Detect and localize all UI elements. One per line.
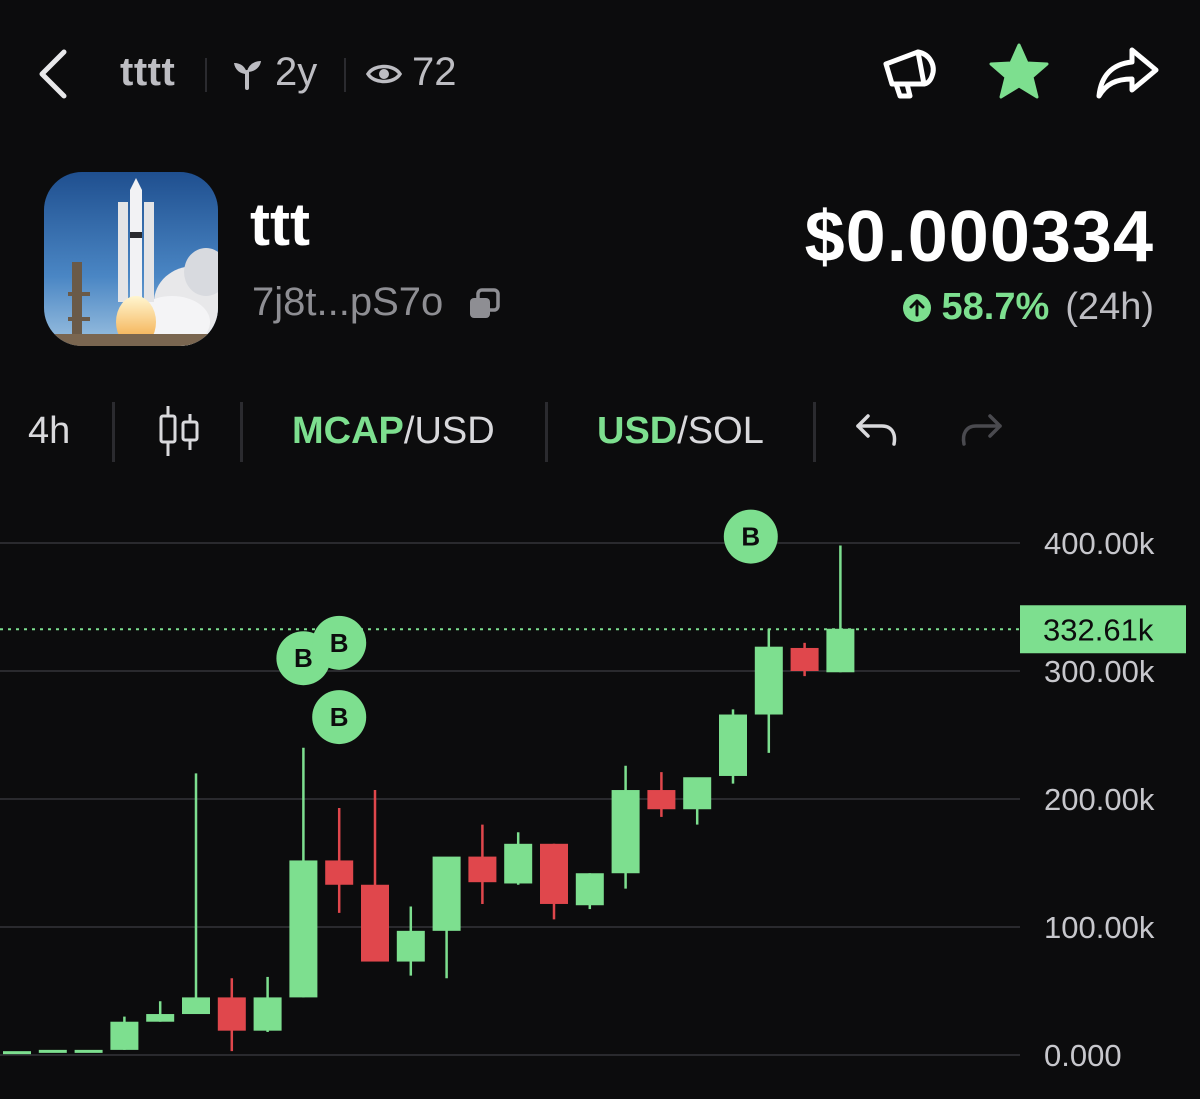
candle-body xyxy=(719,714,747,776)
star-icon xyxy=(989,43,1049,99)
y-tick-label: 100.00k xyxy=(1044,910,1155,945)
divider xyxy=(813,402,816,462)
divider xyxy=(240,402,243,462)
change-percent: 58.7% xyxy=(941,286,1050,328)
candle-body xyxy=(468,856,497,883)
mcap-toggle[interactable]: MCAP/USD xyxy=(292,410,495,453)
token-name: ttt xyxy=(250,191,310,258)
buy-marker-label: B xyxy=(330,628,349,658)
candle-body xyxy=(38,1049,67,1053)
redo-icon xyxy=(961,414,1002,446)
redo-button[interactable] xyxy=(956,410,1006,452)
candle-body xyxy=(361,884,389,962)
candle-body xyxy=(3,1051,31,1055)
candle-body xyxy=(826,628,855,673)
back-button[interactable] xyxy=(30,48,78,100)
candlestick-icon xyxy=(159,406,199,456)
undo-icon xyxy=(856,414,897,446)
divider xyxy=(112,402,115,462)
chart-grid xyxy=(0,542,1020,1056)
candle-body xyxy=(253,997,282,1031)
candle-body xyxy=(217,997,246,1031)
mcap-label: MCAP xyxy=(292,410,404,452)
buy-marker-label: B xyxy=(330,702,349,732)
sprout-icon xyxy=(230,58,264,90)
token-symbol: tttt xyxy=(120,50,176,94)
eye-icon xyxy=(365,60,403,88)
buy-marker-label: B xyxy=(741,522,760,552)
y-tick-label: 0.000 xyxy=(1044,1038,1122,1073)
view-count: 72 xyxy=(412,50,457,94)
token-price: $0.000334 xyxy=(804,197,1154,277)
candle-body xyxy=(754,646,783,715)
buy-markers: BBBB xyxy=(276,509,778,745)
favorite-button[interactable] xyxy=(988,42,1050,102)
copy-icon[interactable] xyxy=(466,286,502,322)
candle-body xyxy=(74,1049,103,1053)
undo-button[interactable] xyxy=(852,410,902,452)
price-chart[interactable]: BBBB 400.00k300.00k200.00k100.00k0.00033… xyxy=(0,480,1200,1099)
back-arrow-icon xyxy=(39,49,67,99)
share-icon xyxy=(1096,47,1159,99)
divider xyxy=(344,58,346,92)
candle-body xyxy=(683,777,712,810)
candle-body xyxy=(182,997,210,1015)
price-change: 58.7% (24h) xyxy=(902,286,1154,329)
y-tick-label: 200.00k xyxy=(1044,782,1155,817)
candle-body xyxy=(611,790,640,874)
y-tick-label: 400.00k xyxy=(1044,526,1155,561)
y-tick-label: 300.00k xyxy=(1044,654,1155,689)
candle-body xyxy=(504,843,533,884)
arrow-up-circle-icon xyxy=(902,293,931,322)
announce-button[interactable] xyxy=(880,44,942,102)
candle-body xyxy=(647,790,676,810)
candle-body xyxy=(146,1014,175,1022)
chart-type-button[interactable] xyxy=(156,404,202,458)
mcap-alt-label: /USD xyxy=(403,410,495,452)
candle-body xyxy=(575,873,604,906)
token-avatar xyxy=(44,172,218,346)
candle-body xyxy=(396,930,425,962)
divider xyxy=(545,402,548,462)
candle-body xyxy=(540,843,568,904)
divider xyxy=(205,58,207,92)
currency-toggle[interactable]: USD/SOL xyxy=(597,410,764,453)
candle-body xyxy=(289,860,318,998)
megaphone-icon xyxy=(883,49,936,99)
candle-body xyxy=(432,856,461,931)
change-period: (24h) xyxy=(1065,286,1154,328)
current-price-label: 332.61k xyxy=(1043,612,1154,647)
y-axis: 400.00k 300.00k 200.00k 100.00k 0.000 332.61k xyxy=(1020,526,1186,1073)
sol-label: /SOL xyxy=(677,410,764,452)
candle-body xyxy=(325,860,354,885)
token-address: 7j8t...pS7o xyxy=(252,280,444,324)
candle-body xyxy=(110,1021,139,1050)
token-age: 2y xyxy=(275,50,318,94)
buy-marker-label: B xyxy=(294,643,313,673)
interval-selector[interactable]: 4h xyxy=(28,410,70,453)
usd-label: USD xyxy=(597,410,678,452)
candle-body xyxy=(790,647,819,671)
share-button[interactable] xyxy=(1094,46,1160,102)
